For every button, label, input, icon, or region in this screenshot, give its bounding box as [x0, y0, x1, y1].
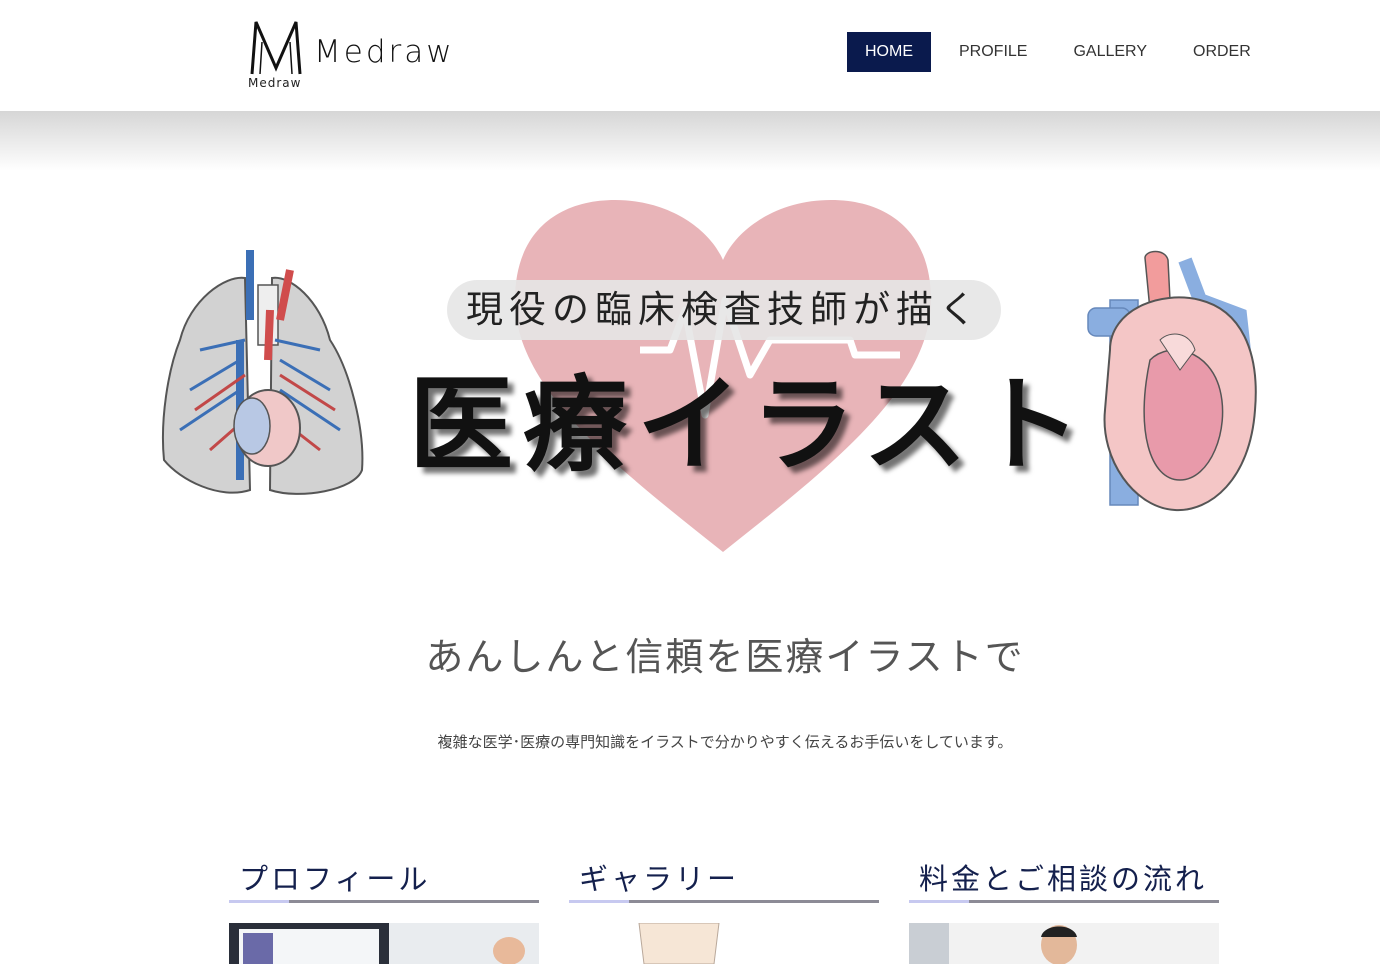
logo-wordmark: Medraw [314, 34, 455, 70]
nav-home[interactable]: HOME [847, 32, 931, 72]
card-image [569, 923, 879, 964]
card-divider-accent [229, 900, 289, 903]
heart-anatomy-illustration [1087, 250, 1257, 512]
nav-gallery[interactable]: GALLERY [1055, 32, 1165, 72]
nav-order[interactable]: ORDER [1175, 32, 1269, 72]
card-title: 料金とご相談の流れ [919, 862, 1208, 896]
nav-profile[interactable]: PROFILE [941, 32, 1045, 72]
card-profile[interactable]: プロフィール [229, 852, 539, 964]
main-nav: HOME PROFILE GALLERY ORDER [847, 32, 1269, 72]
card-title: プロフィール [239, 862, 431, 896]
card-image [909, 923, 1219, 964]
site-header: Medraw Medraw HOME PROFILE GALLERY ORDER [0, 0, 1380, 111]
header-shadow [0, 111, 1380, 171]
card-divider-accent [569, 900, 629, 903]
card-title: ギャラリー [579, 862, 740, 896]
intro-description: 複雑な医学･医療の専門知識をイラストで分かりやすく伝えるお手伝いをしています。 [437, 733, 1013, 751]
hero-banner: 現役の臨床検査技師が描く 医療イラスト [150, 190, 1270, 570]
card-divider-accent [909, 900, 969, 903]
tagline: あんしんと信頼を医療イラストで [425, 635, 1025, 679]
card-order[interactable]: 料金とご相談の流れ [909, 852, 1219, 964]
card-image [229, 923, 539, 964]
card-gallery[interactable]: ギャラリー [569, 852, 879, 964]
lungs-illustration [161, 250, 364, 495]
hero-title: 医療イラスト [409, 364, 1091, 486]
hero-subtitle: 現役の臨床検査技師が描く [447, 280, 1001, 340]
logo-mark-caption: Medraw [248, 76, 302, 90]
site-logo[interactable]: Medraw Medraw [246, 16, 466, 92]
